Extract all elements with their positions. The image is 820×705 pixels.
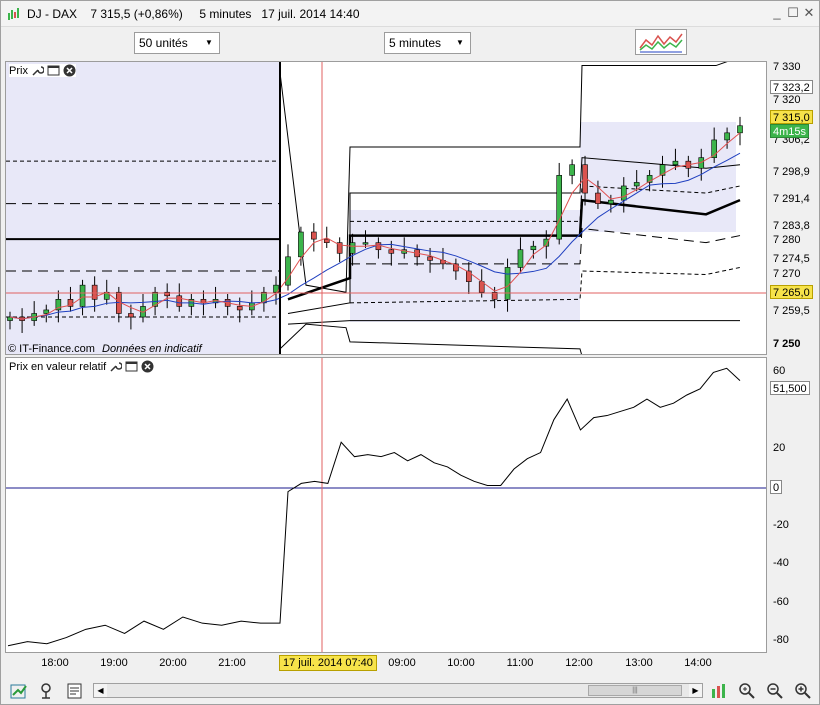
window-title: DJ - DAX 7 315,5 (+0,86%) 5 minutes 17 j… <box>27 7 360 21</box>
time-tick: 12:00 <box>565 657 593 669</box>
cursor-price-badge: 7 265,0 <box>770 285 813 299</box>
chevron-down-icon: ▼ <box>205 38 213 47</box>
indicator-tick: 20 <box>773 442 786 454</box>
price-tick: 7 330 <box>773 61 801 73</box>
price-band-middle <box>350 210 580 322</box>
close-panel-icon[interactable] <box>63 64 76 77</box>
indicator-zero-badge: 0 <box>770 480 783 494</box>
units-select-value: 50 unités <box>139 36 188 50</box>
window-icon[interactable] <box>125 360 138 373</box>
interval-select[interactable]: 5 minutes ▼ <box>384 32 471 54</box>
time-axis: 18:00 19:00 20:00 21:00 09:00 10:00 11:0… <box>5 653 767 675</box>
indicator-tick: -40 <box>773 557 789 569</box>
price-candle <box>311 223 317 252</box>
watermark-source: © IT-Finance.com <box>8 343 95 355</box>
price-tick: 7 291,4 <box>773 193 810 205</box>
interval-select-value: 5 minutes <box>389 36 442 50</box>
price-candle <box>285 244 291 291</box>
price-tick: 7 280 <box>773 234 801 246</box>
notes-icon[interactable] <box>65 681 85 701</box>
cursor-date-label: 17 juil. 2014 07:40 <box>279 655 377 671</box>
indicator-tick: -80 <box>773 634 789 646</box>
close-button[interactable]: ✕ <box>801 5 817 21</box>
last-price-badge: 7 315,0 <box>770 110 813 124</box>
indicator-chart-panel[interactable]: Prix en valeur relatif <box>5 357 767 653</box>
zoom-in-icon[interactable] <box>793 681 813 701</box>
scroll-left-icon[interactable]: ◀ <box>94 684 107 697</box>
zoom-out-icon[interactable] <box>765 681 785 701</box>
watermark: © IT-Finance.com Données en indicatif <box>8 343 202 355</box>
units-select[interactable]: 50 unités ▼ <box>134 32 220 54</box>
minimize-button[interactable]: _ <box>769 5 785 21</box>
indicators-chart-icon <box>639 33 683 53</box>
wrench-icon[interactable] <box>31 64 44 77</box>
indicator-panel-title: Prix en valeur relatif <box>9 360 107 373</box>
window-icon[interactable] <box>47 64 60 77</box>
time-tick: 11:00 <box>506 657 534 669</box>
price-panel-title: Prix <box>9 64 28 77</box>
indicator-last-badge: 51,500 <box>770 381 810 395</box>
price-candle <box>323 226 330 248</box>
close-panel-icon[interactable] <box>141 360 154 373</box>
time-tick: 14:00 <box>684 657 712 669</box>
price-tick: 7 320 <box>773 94 801 106</box>
chart-app-icon <box>8 8 19 20</box>
wrench-icon[interactable] <box>109 360 123 373</box>
price-candle <box>737 116 743 146</box>
time-tick: 20:00 <box>159 657 187 669</box>
price-tick: 7 274,5 <box>773 253 810 265</box>
watermark-note: Données en indicatif <box>102 343 202 355</box>
countdown-badge: 4m15s <box>770 124 810 138</box>
chart-arrow-icon[interactable] <box>9 681 29 701</box>
indicator-tick: 60 <box>773 365 786 377</box>
indicator-chart[interactable] <box>6 358 767 653</box>
time-tick: 18:00 <box>41 657 69 669</box>
zoom-fit-icon[interactable] <box>737 681 757 701</box>
time-tick: 19:00 <box>100 657 128 669</box>
price-candle <box>336 237 343 263</box>
scroll-thumb[interactable]: ||| <box>588 685 682 696</box>
time-tick: 13:00 <box>625 657 653 669</box>
time-tick: 10:00 <box>447 657 475 669</box>
price-chart[interactable] <box>6 62 767 355</box>
indicator-axis: 60 20 -20 -40 -60 -80 51,500 0 <box>767 357 819 653</box>
price-axis: 7 330 7 320 7 306,2 7 298,9 7 291,4 7 28… <box>767 61 819 355</box>
chevron-down-icon: ▼ <box>456 38 464 47</box>
title-bar[interactable]: DJ - DAX 7 315,5 (+0,86%) 5 minutes 17 j… <box>1 1 819 27</box>
price-tick: 7 298,9 <box>773 166 810 178</box>
horizontal-scrollbar[interactable]: ◀ ||| ▶ <box>93 683 703 698</box>
price-tick: 7 283,8 <box>773 220 810 232</box>
high-price-badge: 7 323,2 <box>770 80 813 94</box>
price-level-line <box>279 323 582 354</box>
indicator-tick: -60 <box>773 596 789 608</box>
scroll-right-icon[interactable]: ▶ <box>689 684 702 697</box>
price-candle <box>556 162 563 245</box>
indicator-settings-icon[interactable] <box>37 681 57 701</box>
toolbar: 50 unités ▼ 5 minutes ▼ <box>1 27 819 59</box>
relative-value-line <box>7 367 741 647</box>
price-tick: 7 250 <box>773 338 801 350</box>
indicators-button[interactable] <box>635 29 687 55</box>
bottom-toolbar: ◀ ||| ▶ <box>1 677 819 704</box>
indicator-tick: -20 <box>773 519 789 531</box>
time-tick: 09:00 <box>388 657 416 669</box>
price-tick: 7 259,5 <box>773 305 810 317</box>
app-window: DJ - DAX 7 315,5 (+0,86%) 5 minutes 17 j… <box>0 0 820 705</box>
price-chart-panel[interactable]: Prix © IT-Finance.com Données en indicat… <box>5 61 767 355</box>
price-tick: 7 270 <box>773 268 801 280</box>
price-panel-label: Prix <box>9 64 76 77</box>
indicator-panel-label: Prix en valeur relatif <box>9 360 155 373</box>
price-candle <box>569 159 575 185</box>
time-tick: 21:00 <box>218 657 246 669</box>
maximize-button[interactable]: ☐ <box>785 5 801 21</box>
chart-export-icon[interactable] <box>709 681 729 701</box>
